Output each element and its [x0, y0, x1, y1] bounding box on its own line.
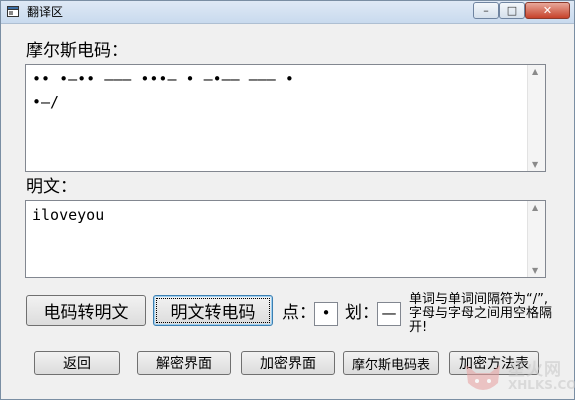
title-bar[interactable]: 翻译区 – □ ✕	[1, 1, 574, 24]
plain-scrollbar[interactable]: ▲ ▼	[527, 201, 545, 277]
translation-window: 翻译区 – □ ✕ 摩尔斯电码： •• •—•• ——— •••— • —•——…	[0, 0, 575, 400]
morse-label: 摩尔斯电码：	[26, 41, 128, 61]
morse-table-button[interactable]: 摩尔斯电码表	[343, 351, 439, 375]
app-window-icon	[7, 6, 19, 17]
plain-textarea[interactable]: iloveyou ▲ ▼	[25, 200, 546, 278]
encrypt-view-button[interactable]: 加密界面	[241, 351, 335, 375]
morse-textarea[interactable]: •• •—•• ——— •••— • —•—— ——— • •—/ ▲ ▼	[25, 64, 546, 172]
decrypt-view-button[interactable]: 解密界面	[137, 351, 231, 375]
scroll-up-icon[interactable]: ▲	[532, 67, 538, 76]
window-title: 翻译区	[27, 5, 64, 19]
dot-symbol-input[interactable]: •	[314, 302, 338, 326]
morse-scrollbar[interactable]: ▲ ▼	[527, 65, 545, 171]
separator-hint: 单词与单词间隔符为“/”,字母与字母之间用空格隔开!	[409, 292, 553, 335]
close-button[interactable]: ✕	[525, 2, 570, 19]
dash-label: 划：	[345, 303, 379, 323]
morse-to-plain-button[interactable]: 电码转明文	[26, 295, 146, 326]
scroll-down-icon[interactable]: ▼	[532, 160, 538, 169]
scroll-up-icon[interactable]: ▲	[532, 203, 538, 212]
plain-label: 明文：	[26, 177, 77, 197]
dot-label: 点：	[282, 303, 316, 323]
scroll-down-icon[interactable]: ▼	[532, 266, 538, 275]
watermark-en: XHLKS.COM	[508, 378, 575, 392]
maximize-button[interactable]: □	[499, 2, 525, 19]
plain-text: iloveyou	[32, 206, 105, 224]
morse-text: •• •—•• ——— •••— • —•—— ——— • •—/	[32, 70, 294, 111]
minimize-button[interactable]: –	[473, 2, 499, 19]
dash-symbol-input[interactable]: —	[377, 302, 401, 326]
plain-to-morse-button[interactable]: 明文转电码	[153, 295, 273, 326]
watermark-cn: 星火网	[508, 360, 562, 380]
back-button[interactable]: 返回	[34, 351, 120, 375]
site-watermark: 星火网 XHLKS.COM	[456, 353, 575, 399]
fox-logo-icon	[466, 365, 500, 390]
